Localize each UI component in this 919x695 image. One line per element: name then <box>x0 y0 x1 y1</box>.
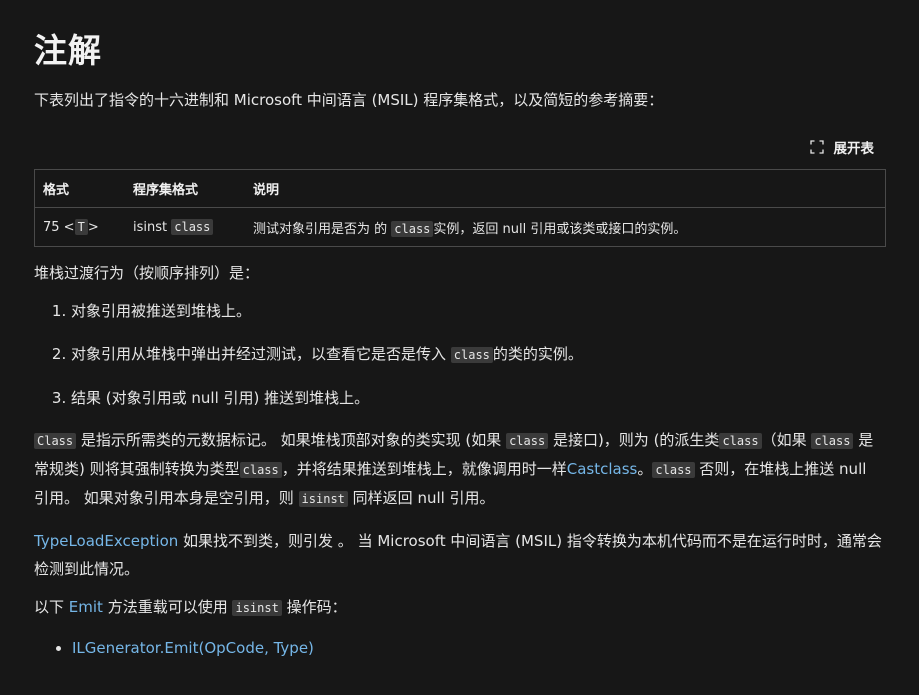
stack-transition-list: 对象引用被推送到堆栈上。 对象引用从堆栈中弹出并经过测试，以查看它是否是传入 c… <box>34 297 886 412</box>
typeloadexception-link[interactable]: TypeLoadException <box>34 532 178 550</box>
inline-code: class <box>450 347 493 363</box>
cell-description: 测试对象引用是否为 的 class 实例，返回 null 引用或该类或接口的实例。 <box>253 220 687 237</box>
exception-paragraph: TypeLoadException 如果找不到类，则引发 。 当 Microso… <box>34 532 882 578</box>
inline-code: class <box>811 433 854 449</box>
table-header-row: 格式 程序集格式 说明 <box>34 169 886 208</box>
overloads-list: ILGenerator.Emit(OpCode, Type) <box>34 634 886 662</box>
inline-code: class <box>239 462 282 478</box>
intro-text: 下表列出了指令的十六进制和 Microsoft 中间语言 (MSIL) 程序集格… <box>34 91 664 109</box>
column-header-assembly-format: 程序集格式 <box>125 169 245 208</box>
class-description-paragraph: Class 是指示所需类的元数据标记。 如果堆栈顶部对象的类实现 (如果 cla… <box>34 431 874 507</box>
inline-code: class <box>506 433 549 449</box>
expand-icon <box>809 140 824 154</box>
table-row: 75 < T > isinst class 测试对象引用是否为 的 class 实例，… <box>35 208 886 247</box>
inline-code: Class <box>34 433 77 449</box>
column-header-format: 格式 <box>34 169 125 208</box>
cell-assembly-format: isinst class <box>125 208 245 247</box>
content: 注解 下表列出了指令的十六进制和 Microsoft 中间语言 (MSIL) 程… <box>34 28 886 662</box>
column-header-description: 说明 <box>245 169 886 208</box>
inline-code: class <box>391 220 434 237</box>
castclass-link[interactable]: Castclass <box>567 460 638 478</box>
inline-code: class <box>652 462 695 478</box>
opcode-table: 格式 程序集格式 说明 75 < T > isinst class 测试对象引用是否… <box>34 169 886 247</box>
ilgenerator-emit-link[interactable]: ILGenerator.Emit(OpCode, Type) <box>72 639 314 657</box>
page-title: 注解 <box>34 31 102 70</box>
inline-code: class <box>171 218 214 235</box>
expand-table-label: 展开表 <box>833 141 875 157</box>
list-item: ILGenerator.Emit(OpCode, Type) <box>72 634 886 662</box>
inline-code: class <box>719 433 762 449</box>
emit-link[interactable]: Emit <box>69 598 103 616</box>
list-item: 对象引用从堆栈中弹出并经过测试，以查看它是否是传入 class的类的实例。 <box>71 340 886 369</box>
list-item: 结果 (对象引用或 null 引用) 推送到堆栈上。 <box>71 384 886 412</box>
overloads-intro-paragraph: 以下 Emit 方法重载可以使用 isinst 操作码： <box>34 598 347 616</box>
list-item: 对象引用被推送到堆栈上。 <box>71 297 886 325</box>
cell-format: 75 < T > <box>43 218 99 235</box>
stack-transition-intro: 堆栈过渡行为（按顺序排列）是： <box>34 264 260 282</box>
inline-code: isinst <box>298 491 348 507</box>
inline-code: isinst <box>232 600 282 616</box>
inline-code: T <box>74 218 88 235</box>
table-toolbar: 展开表 <box>34 132 886 162</box>
expand-table-button[interactable]: 展开表 <box>809 137 875 157</box>
